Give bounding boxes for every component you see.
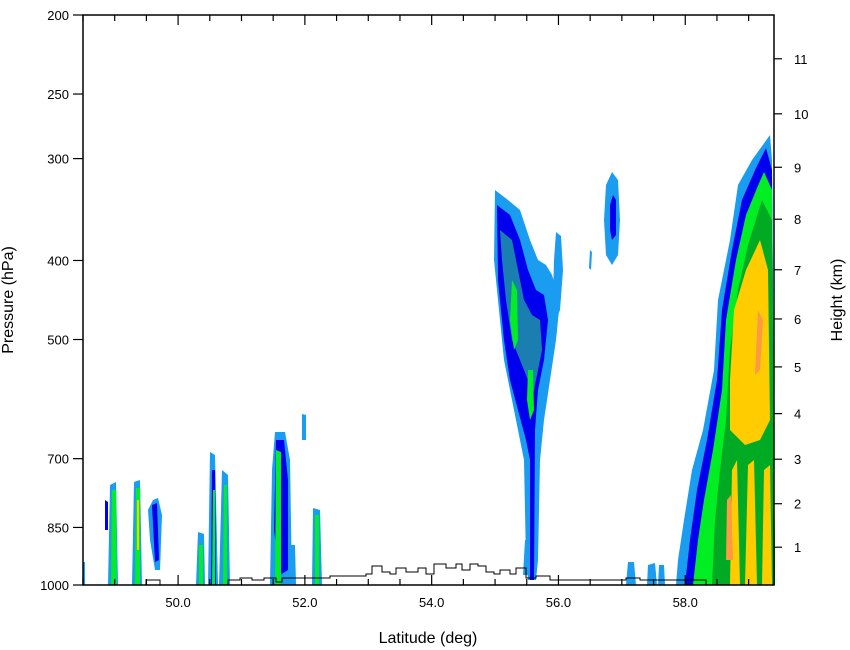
cloud-contour-fills <box>83 135 775 585</box>
contour-fill <box>626 562 636 585</box>
chart-svg: 50.0 52.0 54.0 56.0 58.0 200 250 300 400 500 700 8… <box>0 8 846 647</box>
height-tick-label: 4 <box>794 407 801 422</box>
contour-fill <box>658 565 665 585</box>
contour-fill <box>553 232 563 320</box>
x-tick-label: 50.0 <box>165 595 190 610</box>
contour-fill <box>647 563 657 585</box>
x-tick-label: 58.0 <box>673 595 698 610</box>
contour-fill <box>199 545 203 585</box>
x-axis: 50.0 52.0 54.0 56.0 58.0 <box>82 15 750 610</box>
pressure-tick-label: 500 <box>47 333 69 348</box>
contour-fill <box>105 500 108 530</box>
x-tick-label: 52.0 <box>292 595 317 610</box>
right-y-axis: 1 2 3 4 5 6 7 8 9 10 11 <box>774 52 808 555</box>
height-tick-label: 7 <box>794 263 801 278</box>
right-axis-label: Height (km) <box>829 259 846 342</box>
height-tick-label: 5 <box>794 360 801 375</box>
contour-fill <box>589 250 592 270</box>
plot-frame <box>82 14 775 586</box>
contour-fill <box>137 500 139 550</box>
height-tick-label: 3 <box>794 452 801 467</box>
pressure-tick-label: 250 <box>47 87 69 102</box>
height-tick-label: 9 <box>794 160 801 175</box>
left-y-axis: 200 250 300 400 500 700 850 1000 <box>40 8 83 593</box>
contour-fill <box>111 490 117 585</box>
pressure-tick-label: 700 <box>47 452 69 467</box>
x-tick-label: 56.0 <box>546 595 571 610</box>
pressure-tick-label: 400 <box>47 253 69 268</box>
contour-fill <box>315 515 319 585</box>
contour-fill <box>302 414 306 440</box>
height-tick-label: 10 <box>794 107 808 122</box>
height-tick-label: 8 <box>794 212 801 227</box>
x-axis-label: Latitude (deg) <box>379 630 478 647</box>
pressure-tick-label: 850 <box>47 520 69 535</box>
contour-fill <box>275 450 281 585</box>
x-tick-label: 54.0 <box>419 595 444 610</box>
left-axis-label: Pressure (hPa) <box>0 246 17 354</box>
height-tick-label: 1 <box>794 540 801 555</box>
pressure-tick-label: 200 <box>47 8 69 23</box>
plot-border <box>82 14 775 586</box>
pressure-tick-label: 1000 <box>40 578 69 593</box>
contour-fill <box>290 545 296 585</box>
pressure-tick-label: 300 <box>47 152 69 167</box>
height-tick-label: 6 <box>794 312 801 327</box>
height-tick-label: 11 <box>794 52 808 67</box>
height-tick-label: 2 <box>794 497 801 512</box>
